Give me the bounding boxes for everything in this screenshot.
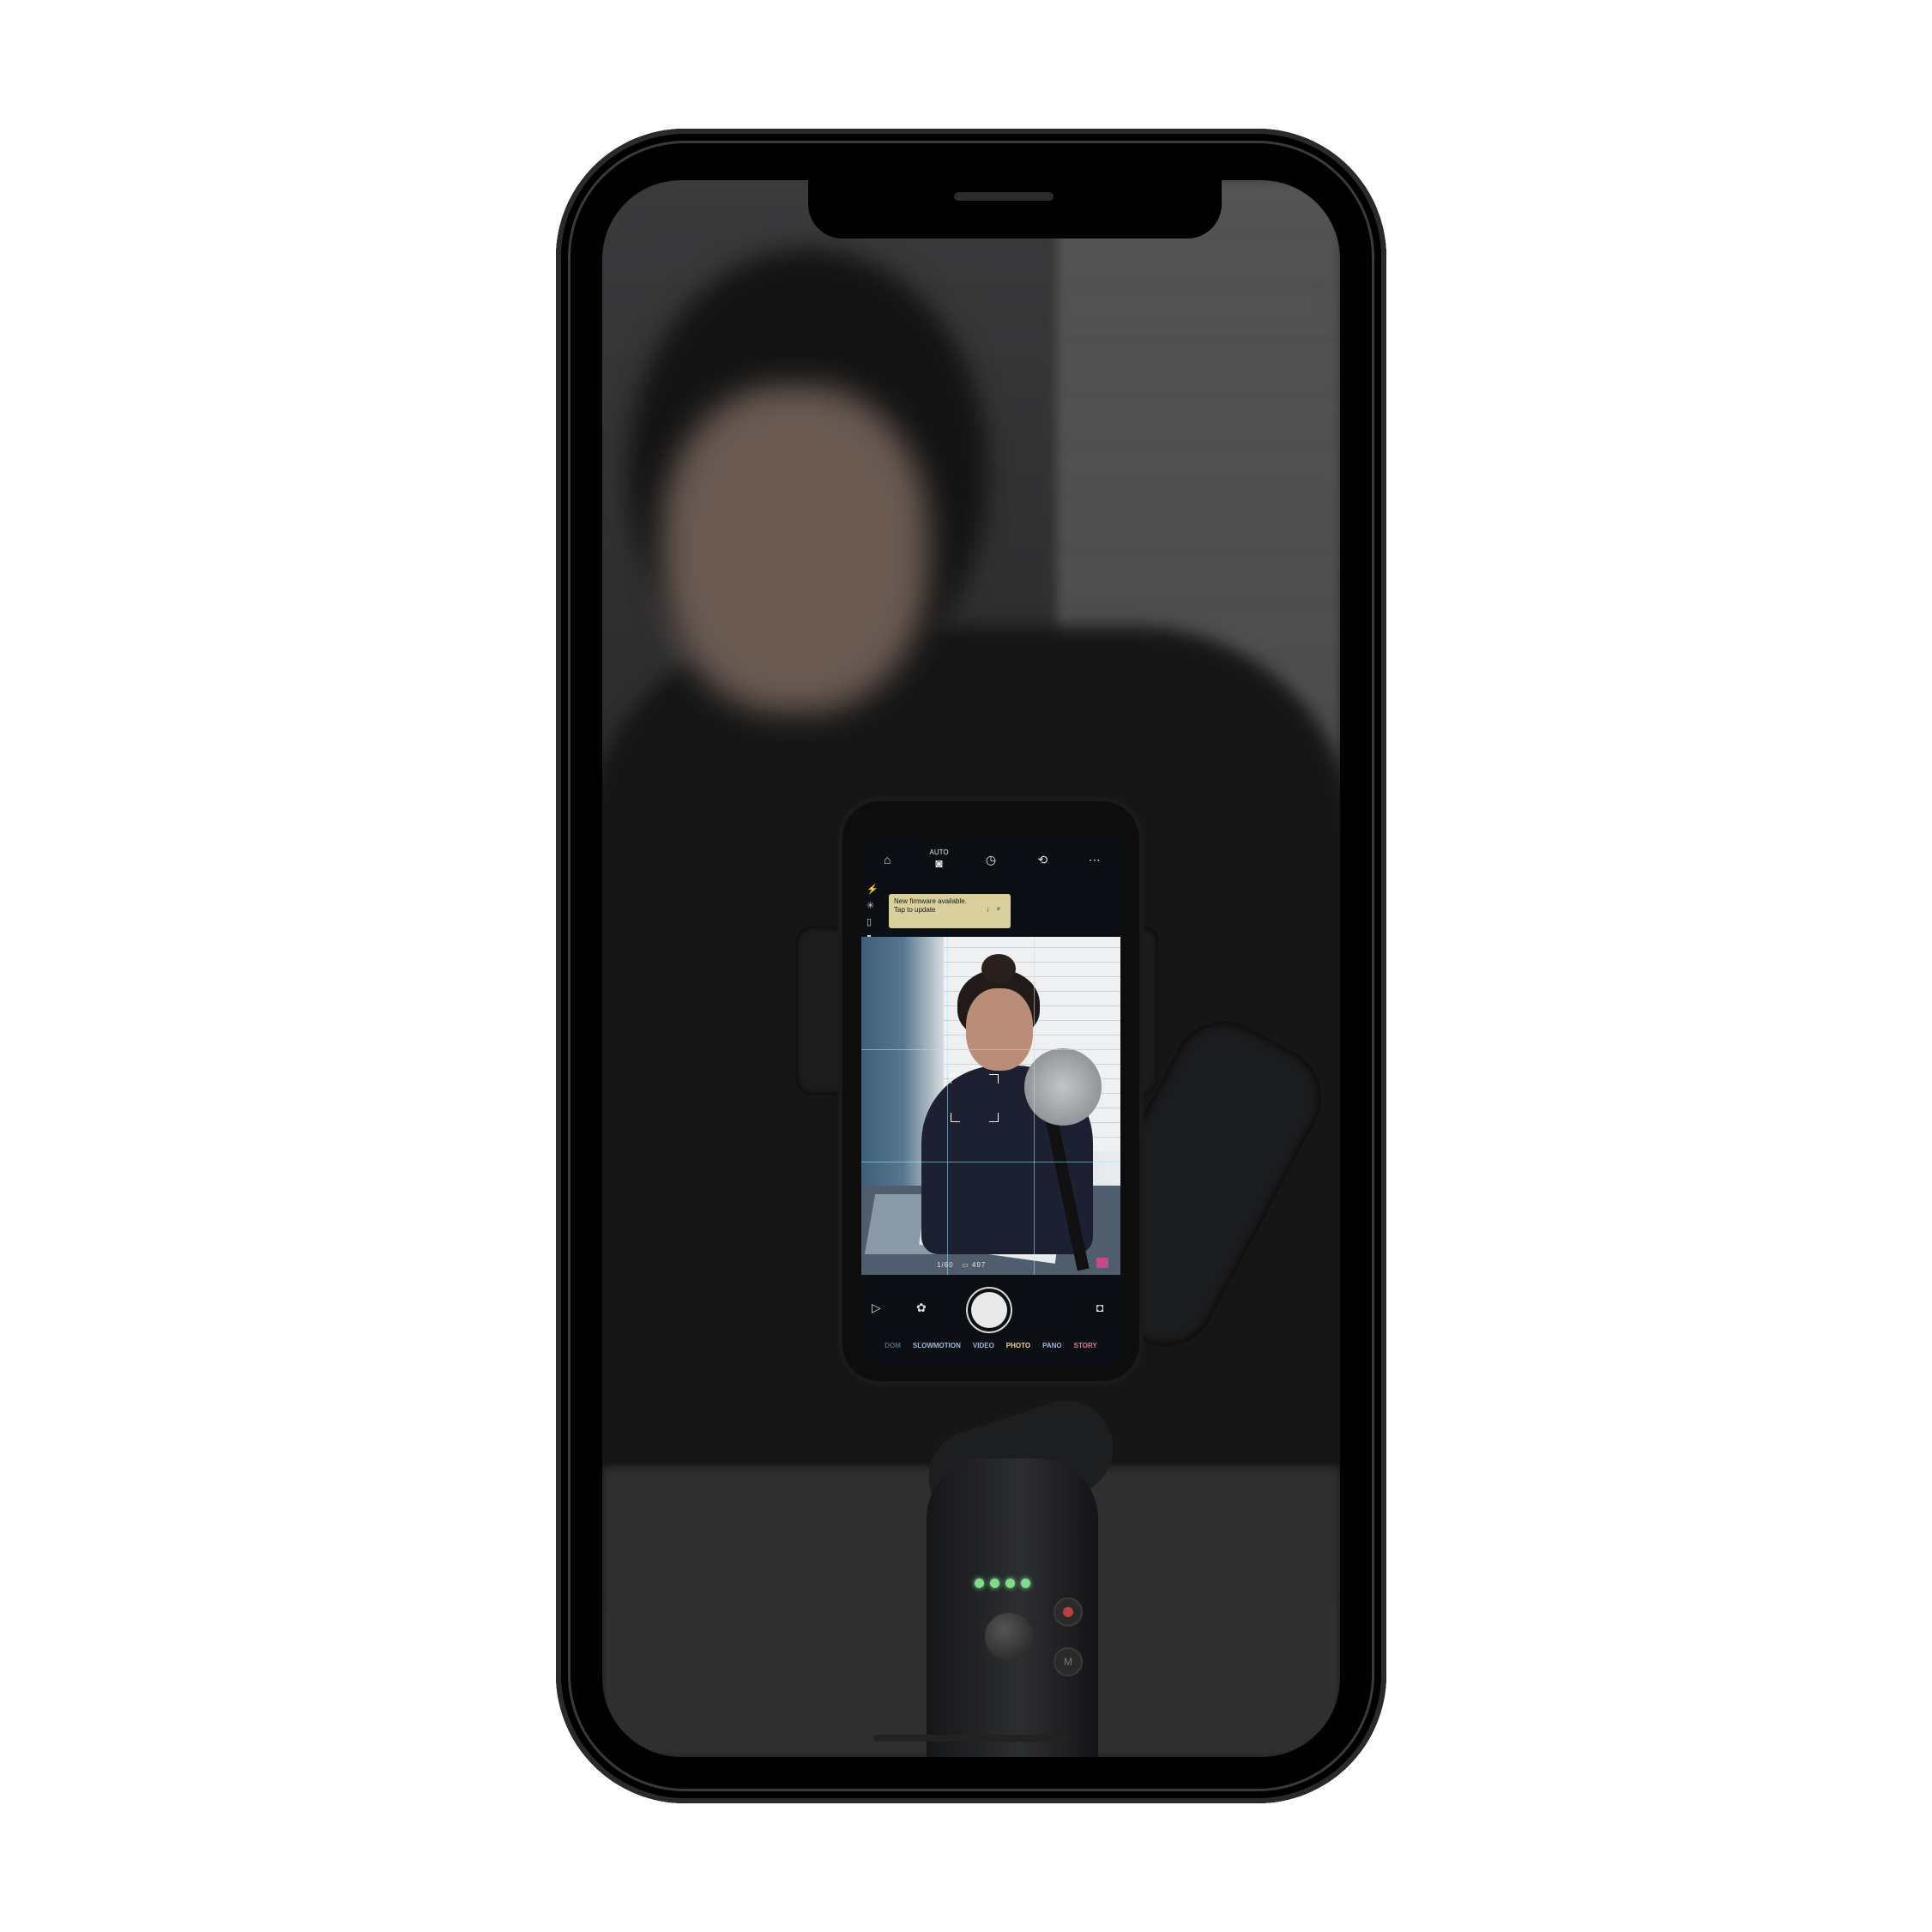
banner-actions: ↓× [986,905,1007,914]
auto-label: AUTO [929,848,949,856]
firmware-update-banner[interactable]: New firmware available. Tap to update ↓× [889,894,1011,928]
camera-preview[interactable]: 1/60 ▭ 497 [861,937,1120,1275]
joystick[interactable] [985,1613,1033,1661]
grid-line [947,937,948,1275]
gimbal-handle: M [927,1458,1098,1757]
mounted-smartphone: ⌂ AUTO◙ ◷ ⟲ ⋯ ⚡ ✳ ▯ ▮ New firmware avail… [842,801,1139,1381]
flash-icon[interactable]: ⚡ [866,884,882,895]
battery-led-4 [1021,1579,1030,1588]
preview-person-face [966,988,1033,1071]
battery-icon: ▯ [866,917,872,927]
mode-pano[interactable]: PANO [1042,1342,1062,1349]
camera-controls: ▷ ✿ ◘ [861,1289,1120,1331]
preview-hair-bun [981,954,1016,983]
speaker-grille [954,192,1054,201]
home-indicator[interactable] [873,1735,1069,1742]
home-icon[interactable]: ⌂ [875,853,899,866]
play-icon[interactable]: ▷ [872,1301,881,1315]
camera-top-bar: ⌂ AUTO ◙ ◷ ⟲ ⋯ [861,834,1120,885]
record-button[interactable] [1054,1597,1083,1627]
focus-frame [951,1074,999,1122]
auto-camera-icon[interactable]: AUTO ◙ [927,848,951,871]
mode-zoom[interactable]: DOM [884,1342,901,1349]
brightness-icon[interactable]: ✳ [866,900,882,911]
grid-line [861,1049,1120,1050]
grid-line [1034,937,1035,1275]
background-person-face [662,386,928,712]
notch [808,180,1222,238]
mode-photo[interactable]: PHOTO [1006,1342,1030,1349]
close-icon[interactable]: × [996,905,1007,913]
mode-video[interactable]: VIDEO [973,1342,994,1349]
more-icon[interactable]: ⋯ [1083,853,1107,867]
mode-story[interactable]: STORY [1074,1342,1097,1349]
effects-icon[interactable]: ✿ [916,1301,927,1315]
mode-slowmotion[interactable]: SLOWMOTION [913,1342,961,1349]
preview-microphone [1024,1048,1102,1126]
flip-camera-icon[interactable]: ⟲ [1030,853,1054,867]
side-icon-column: ⚡ ✳ ▯ ▮ [866,884,882,944]
battery-led-2 [990,1579,999,1588]
camera-mode-selector: DOM SLOWMOTION VIDEO PHOTO PANO STORY [861,1342,1120,1349]
shutter-button[interactable] [971,1292,1007,1328]
preview-stats: 1/60 ▭ 497 [937,1261,987,1269]
download-icon[interactable]: ↓ [986,905,996,913]
timer-icon[interactable]: ◷ [979,853,1003,867]
shutter-speed: 1/60 [937,1261,954,1269]
battery-led-1 [975,1579,984,1588]
clamp-left [796,927,849,1095]
switch-camera-icon[interactable]: ◘ [1096,1301,1103,1314]
recent-thumbnail[interactable] [1096,1258,1108,1268]
shots-remaining: 497 [972,1261,987,1269]
m-button[interactable]: M [1054,1647,1083,1676]
battery-led-3 [1005,1579,1015,1588]
phone-screen: M ⌂ AUTO◙ ◷ ⟲ ⋯ ⚡ ✳ ▯ ▮ [602,180,1340,1757]
camera-app-screen: ⌂ AUTO◙ ◷ ⟲ ⋯ ⚡ ✳ ▯ ▮ New firmware avail… [861,834,1120,1364]
phone-mockup-frame: M ⌂ AUTO◙ ◷ ⟲ ⋯ ⚡ ✳ ▯ ▮ [556,129,1386,1803]
